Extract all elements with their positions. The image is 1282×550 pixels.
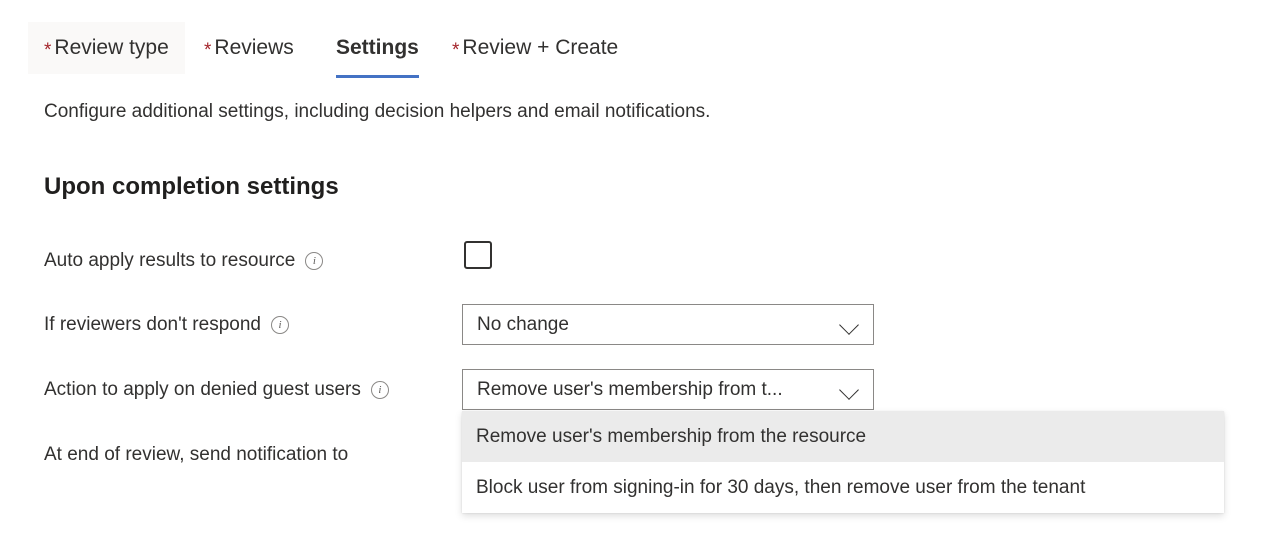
tab-settings[interactable]: Settings: [320, 22, 435, 78]
section-heading: Upon completion settings: [44, 173, 339, 200]
row-label: Action to apply on denied guest users: [44, 379, 361, 400]
chevron-down-icon: [839, 314, 861, 336]
tab-label: Reviews: [214, 36, 294, 59]
action-denied-guest-users-options-panel: Remove user's membership from the resour…: [462, 411, 1224, 513]
tab-reviews[interactable]: * Reviews: [188, 22, 310, 74]
active-tab-indicator: [336, 75, 419, 78]
tab-review-create[interactable]: * Review + Create: [436, 22, 634, 74]
tab-label: Review + Create: [462, 36, 619, 59]
tab-label: Settings: [336, 36, 419, 59]
info-icon[interactable]: i: [305, 252, 324, 270]
row-if-reviewers-dont-respond: If reviewers don't respond i: [44, 305, 289, 345]
dropdown-option-remove-membership[interactable]: Remove user's membership from the resour…: [462, 411, 1224, 462]
required-marker: *: [204, 39, 212, 61]
wizard-tab-strip: * Review type * Reviews Settings * Revie…: [0, 0, 1282, 78]
chevron-down-icon: [839, 379, 861, 401]
row-label: At end of review, send notification to: [44, 444, 349, 465]
row-auto-apply-results: Auto apply results to resource i: [44, 241, 324, 281]
action-denied-guest-users-dropdown[interactable]: Remove user's membership from t...: [462, 369, 874, 410]
dropdown-option-label: Remove user's membership from the resour…: [476, 425, 867, 447]
auto-apply-results-checkbox[interactable]: [464, 241, 492, 269]
row-label: If reviewers don't respond: [44, 314, 261, 335]
dropdown-value: Remove user's membership from t...: [477, 378, 783, 400]
info-icon[interactable]: i: [370, 381, 389, 399]
tab-label: Review type: [54, 36, 169, 59]
info-icon[interactable]: i: [270, 316, 289, 334]
row-label: Auto apply results to resource: [44, 250, 296, 271]
tab-review-type[interactable]: * Review type: [28, 22, 185, 74]
row-action-denied-guest-users: Action to apply on denied guest users i: [44, 370, 389, 410]
page-description: Configure additional settings, including…: [44, 101, 711, 122]
required-marker: *: [44, 39, 52, 61]
required-marker: *: [452, 39, 460, 61]
if-reviewers-dont-respond-dropdown[interactable]: No change: [462, 304, 874, 345]
dropdown-option-label: Block user from signing-in for 30 days, …: [476, 476, 1086, 498]
row-end-of-review-notification: At end of review, send notification to: [44, 435, 348, 475]
dropdown-value: No change: [477, 313, 569, 335]
dropdown-option-block-user[interactable]: Block user from signing-in for 30 days, …: [462, 462, 1224, 513]
